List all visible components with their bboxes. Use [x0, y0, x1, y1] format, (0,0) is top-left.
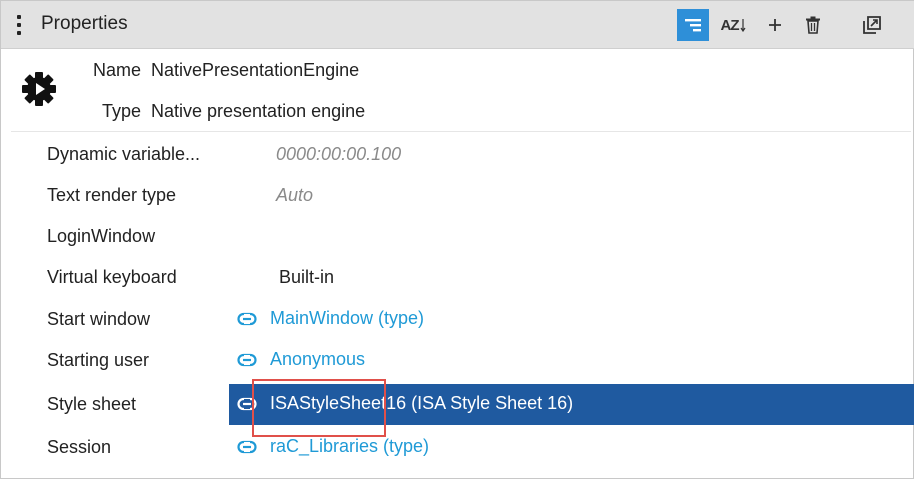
group-by-category-button[interactable] [677, 9, 709, 41]
object-type-value: Native presentation engine [151, 101, 366, 121]
popout-button[interactable] [856, 9, 888, 41]
property-row-session[interactable]: Session raC_Libraries (type) [1, 427, 914, 468]
property-label: Dynamic variable... [47, 144, 201, 164]
property-label: Text render type [47, 185, 177, 205]
group-by-category-icon [685, 19, 701, 32]
properties-panel: Properties AZ Name NativePresentationEng… [0, 0, 914, 479]
delete-button[interactable] [797, 9, 829, 41]
panel-header: Properties AZ [1, 1, 914, 49]
add-button[interactable] [759, 9, 791, 41]
property-link-text[interactable]: MainWindow (type) [270, 308, 424, 329]
property-link[interactable]: MainWindow (type) [237, 308, 424, 329]
property-value[interactable]: Built-in [279, 267, 334, 288]
annotation-highlight-box [252, 379, 386, 437]
property-label: Starting user [47, 350, 150, 370]
property-link-text[interactable]: Anonymous [270, 349, 365, 370]
sort-arrow-icon [740, 19, 745, 32]
object-name-key: Name [92, 60, 141, 80]
property-row-text-render-type[interactable]: Text render type Auto [1, 175, 914, 216]
property-value[interactable]: Auto [276, 185, 313, 206]
object-type-key: Type [101, 101, 141, 121]
trash-icon [806, 16, 820, 34]
property-row-starting-user[interactable]: Starting user Anonymous [1, 340, 914, 381]
property-label: Session [47, 437, 112, 457]
object-name-value: NativePresentationEngine [151, 60, 360, 80]
property-label: Style sheet [47, 394, 137, 414]
property-row-style-sheet[interactable]: Style sheet ISAStyleSheet16 (ISA Style S… [1, 384, 914, 425]
plus-icon [769, 19, 781, 31]
property-label: LoginWindow [47, 226, 156, 246]
kebab-menu-icon[interactable] [15, 15, 23, 37]
property-row-virtual-keyboard[interactable]: Virtual keyboard Built-in [1, 257, 914, 298]
property-link-text[interactable]: raC_Libraries (type) [270, 436, 429, 457]
link-icon [237, 440, 257, 453]
property-row-start-window[interactable]: Start window MainWindow (type) [1, 299, 914, 340]
property-row-login-window[interactable]: LoginWindow [1, 216, 914, 257]
property-row-dynamic-variable[interactable]: Dynamic variable... 0000:00:00.100 [1, 134, 914, 175]
property-link[interactable]: raC_Libraries (type) [237, 436, 429, 457]
header-divider [11, 131, 911, 132]
gear-icon [22, 72, 56, 106]
sort-alphabetical-button[interactable]: AZ [717, 9, 749, 41]
property-label: Virtual keyboard [47, 267, 177, 287]
link-icon [237, 312, 257, 325]
sort-az-icon: AZ [720, 16, 740, 34]
link-icon [237, 353, 257, 366]
panel-title: Properties [41, 13, 128, 34]
property-link[interactable]: Anonymous [237, 349, 365, 370]
property-label: Start window [47, 309, 151, 329]
property-value[interactable]: 0000:00:00.100 [276, 144, 401, 165]
popout-icon [863, 16, 881, 34]
